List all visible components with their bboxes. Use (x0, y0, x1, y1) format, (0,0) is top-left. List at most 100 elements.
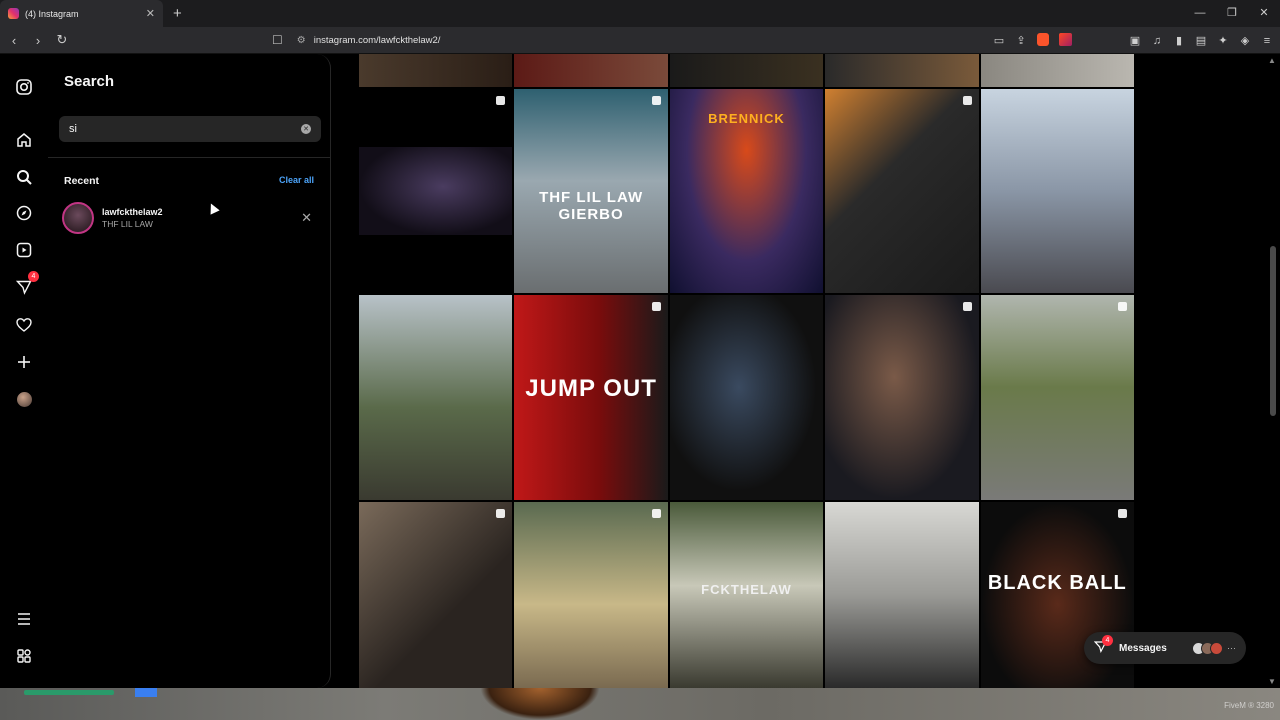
search-panel: Search ✕ Recent Clear all lawfckthelaw2 … (48, 54, 331, 688)
media-icon[interactable]: ♫ (1150, 35, 1164, 47)
reload-icon[interactable]: ↻ (52, 32, 72, 48)
reels-icon[interactable] (13, 239, 35, 261)
cast-icon[interactable]: ▭ (992, 34, 1006, 47)
post-tile[interactable] (980, 295, 1134, 500)
reel-icon (1117, 302, 1127, 311)
profile-avatar[interactable] (13, 388, 35, 410)
game-background-strip: FiveM ® 3280 (0, 688, 1280, 720)
forward-icon[interactable]: › (28, 33, 48, 48)
close-window-button[interactable]: ✕ (1248, 0, 1280, 27)
remove-recent-icon[interactable]: ✕ (301, 210, 312, 226)
maximize-button[interactable]: ❐ (1216, 0, 1248, 27)
grid-row: JUMP OUT (359, 295, 1134, 500)
reel-icon (496, 96, 506, 105)
leo-ai-icon[interactable]: ✦ (1216, 34, 1230, 47)
profile-posts-grid: THF LIL LAW GIERBO BRENNICK JUMP OUT FCK… (359, 54, 1134, 688)
brave-rewards-icon[interactable] (1058, 32, 1072, 49)
wallet-icon[interactable]: ▤ (1194, 34, 1208, 47)
instagram-logo-icon[interactable] (13, 76, 35, 98)
post-caption: BLACK BALL (987, 572, 1127, 594)
post-tile[interactable] (825, 502, 979, 688)
recent-username: lawfckthelaw2 (102, 207, 163, 217)
reel-icon (1117, 509, 1127, 518)
address-bar: ‹ › ↻ ☐ ⚙ instagram.com/lawfckthelaw2/ ▭… (0, 27, 1280, 54)
post-tile[interactable]: THF LIL LAW GIERBO (514, 89, 668, 293)
post-tile[interactable]: JUMP OUT (514, 295, 668, 500)
site-info-icon[interactable]: ⚙ (297, 35, 306, 46)
grid-row (359, 54, 1134, 87)
recent-heading: Recent (64, 175, 100, 187)
post-tile[interactable]: BRENNICK (669, 89, 824, 293)
reel-icon (651, 96, 661, 105)
post-tile[interactable] (359, 295, 513, 500)
post-tile[interactable]: FCKTHELAW (669, 502, 824, 688)
scroll-down-icon[interactable]: ▼ (1268, 677, 1276, 686)
new-tab-button[interactable]: + (173, 5, 182, 22)
post-tile[interactable] (359, 54, 513, 87)
reel-icon (962, 302, 972, 311)
grid-row: THF LIL LAW GIERBO BRENNICK (359, 89, 1134, 293)
avatar (1210, 641, 1223, 655)
vpn-icon[interactable]: ◈ (1238, 34, 1252, 47)
post-caption: BRENNICK (708, 111, 785, 126)
recent-display-name: THF LIL LAW (102, 219, 153, 229)
scrollbar-thumb[interactable] (1270, 246, 1276, 416)
post-tile[interactable] (669, 54, 824, 87)
post-tile[interactable] (825, 89, 979, 293)
share-icon[interactable]: ⇪ (1014, 34, 1028, 47)
create-plus-icon[interactable] (13, 351, 35, 373)
post-tile[interactable] (980, 54, 1134, 87)
post-tile[interactable] (825, 295, 979, 500)
home-icon[interactable] (13, 129, 35, 151)
bookmark-icon[interactable]: ☐ (272, 33, 283, 47)
back-icon[interactable]: ‹ (4, 33, 24, 48)
scroll-up-icon[interactable]: ▲ (1268, 56, 1276, 65)
post-caption: JUMP OUT (525, 375, 657, 402)
page-scrollbar[interactable]: ▲ ▼ (1266, 54, 1280, 688)
post-tile[interactable] (514, 502, 668, 688)
reader-icon[interactable]: ▮ (1172, 34, 1186, 47)
grid-row: FCKTHELAW BLACK BALL (359, 502, 1134, 688)
minimize-button[interactable]: — (1184, 0, 1216, 27)
url-field[interactable]: ☐ ⚙ instagram.com/lawfckthelaw2/ (272, 33, 440, 47)
recent-text: lawfckthelaw2 THF LIL LAW (102, 207, 163, 229)
search-field[interactable]: ✕ (59, 116, 321, 142)
clear-all-link[interactable]: Clear all (279, 175, 314, 185)
avatar (16, 391, 32, 407)
messages-icon[interactable]: 4 (13, 271, 39, 298)
post-caption: FCKTHELAW (701, 582, 792, 597)
also-from-meta-icon[interactable] (13, 645, 35, 667)
instagram-nav-rail: 4 (0, 54, 48, 688)
direct-messages-icon: 4 (1093, 635, 1113, 656)
post-tile[interactable] (359, 89, 513, 293)
reel-icon (651, 509, 661, 518)
post-tile[interactable] (359, 502, 513, 688)
browser-tab-instagram[interactable]: (4) Instagram ✕ (0, 0, 163, 27)
explore-icon[interactable] (13, 202, 35, 224)
clear-search-icon[interactable]: ✕ (301, 124, 311, 134)
hud-health-bar (24, 690, 114, 695)
extensions-area: ▭ ⇪ ▣ ♫ ▮ ▤ ✦ ◈ ≡ (992, 27, 1274, 54)
browser-tab-bar: (4) Instagram ✕ + — ❐ ✕ (0, 0, 1280, 27)
post-tile[interactable] (980, 89, 1134, 293)
search-icon[interactable] (13, 166, 35, 188)
tab-close-icon[interactable]: ✕ (146, 7, 155, 20)
message-avatars: ··· (1192, 641, 1236, 655)
post-tile[interactable] (514, 54, 668, 87)
post-tile[interactable] (669, 295, 824, 500)
notifications-badge: 4 (28, 271, 39, 282)
recent-search-item[interactable]: lawfckthelaw2 THF LIL LAW ✕ (62, 200, 316, 236)
fivem-watermark: FiveM ® 3280 (1224, 701, 1274, 710)
search-panel-title: Search (64, 73, 115, 90)
notifications-heart-icon[interactable] (13, 314, 35, 336)
url-text[interactable]: instagram.com/lawfckthelaw2/ (314, 35, 441, 46)
menu-icon[interactable]: ≡ (1260, 35, 1274, 47)
reel-icon (496, 509, 506, 518)
post-tile[interactable] (825, 54, 979, 87)
brave-shields-icon[interactable] (1036, 32, 1050, 49)
more-menu-icon[interactable] (13, 608, 35, 630)
search-input[interactable] (69, 123, 269, 135)
sidebar-toggle-icon[interactable]: ▣ (1128, 34, 1142, 47)
post-image (359, 147, 513, 235)
messages-pill[interactable]: 4 Messages ··· (1084, 632, 1246, 664)
